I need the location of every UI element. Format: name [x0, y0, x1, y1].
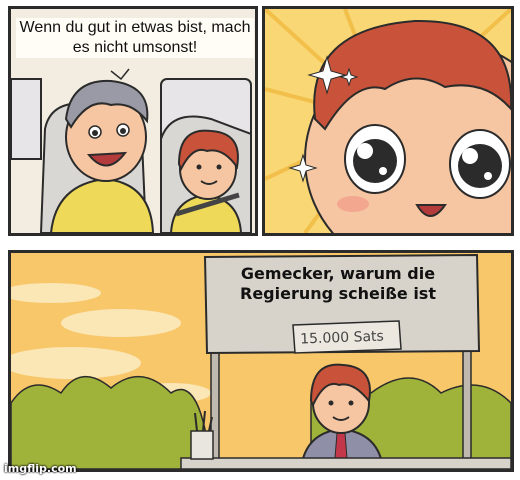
panel-closeup: [262, 6, 514, 236]
watermark: imgflip.com: [4, 462, 77, 475]
speech-caption: Wenn du gut in etwas bist, mach es nicht…: [16, 18, 254, 58]
meme-image: Wenn du gut in etwas bist, mach es nicht…: [0, 0, 520, 480]
sign-text: Gemecker, warum die Regierung scheiße is…: [240, 264, 436, 303]
